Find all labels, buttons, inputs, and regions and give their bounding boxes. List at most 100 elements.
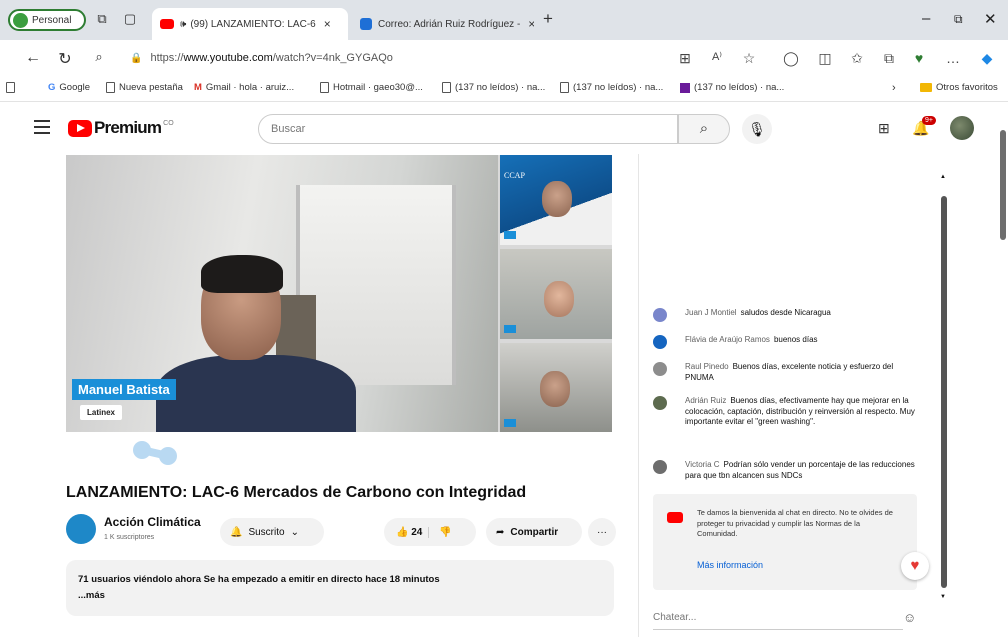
- workspaces-icon[interactable]: ⧉: [94, 11, 110, 27]
- chat-avatar: [653, 460, 667, 474]
- bookmarks-page-icon: [6, 82, 19, 93]
- youtube-logo[interactable]: Premium CO: [68, 118, 174, 138]
- back-arrow-icon[interactable]: ←: [24, 49, 42, 67]
- profile-button[interactable]: Personal: [8, 9, 86, 31]
- audio-icon: 🕪: [180, 18, 187, 30]
- chat-author: Juan J Montiel: [685, 308, 737, 317]
- favorite-star-icon[interactable]: ☆: [740, 50, 758, 67]
- more-actions-button[interactable]: ···: [588, 518, 616, 546]
- notification-count-badge: 9+: [922, 116, 936, 125]
- chat-text: saludos desde Nicaragua: [740, 308, 831, 317]
- participant-face: [544, 281, 574, 317]
- tab-mail-label: Correo: Adrián Ruiz Rodríguez -: [378, 18, 521, 30]
- description-box[interactable]: 71 usuarios viéndolo ahora Se ha empezad…: [66, 560, 614, 616]
- speaker-hair: [201, 255, 283, 293]
- maximize-icon[interactable]: ⧉: [954, 12, 963, 27]
- menu-icon[interactable]: [34, 120, 50, 138]
- outlook-favicon-icon: [360, 18, 372, 30]
- speaker-body: [156, 355, 356, 432]
- heart-reaction-icon[interactable]: ♥: [901, 552, 929, 580]
- bookmark-unread-1[interactable]: (137 no leídos) · na...: [442, 82, 545, 93]
- settings-menu-icon[interactable]: …: [944, 50, 962, 66]
- bookmark-new-tab[interactable]: Nueva pestaña: [106, 82, 183, 93]
- bookmark-label: (137 no leídos) · na...: [573, 82, 664, 93]
- favorites-icon[interactable]: ✩: [848, 50, 866, 67]
- subscribe-button[interactable]: 🔔 Suscrito ⌄: [220, 518, 324, 546]
- bookmark-label: Hotmail · gaeo30@...: [333, 82, 423, 93]
- scroll-up-icon[interactable]: ▲: [940, 174, 946, 180]
- channel-avatar[interactable]: [66, 514, 96, 544]
- like-button[interactable]: 👍 24: [384, 527, 428, 538]
- decorative-blob: [133, 441, 177, 465]
- thumbs-down-icon: 👎: [439, 526, 452, 538]
- search-input[interactable]: Buscar: [258, 114, 678, 144]
- bookmark-unread-3[interactable]: (137 no leídos) · na...: [680, 82, 784, 93]
- participant-face: [542, 181, 572, 217]
- voice-search-icon[interactable]: 🎙: [742, 114, 772, 144]
- description-more-link[interactable]: ...más: [78, 588, 602, 604]
- minimize-icon[interactable]: –: [922, 10, 930, 27]
- purple-page-icon: [680, 82, 690, 93]
- chat-avatar: [653, 335, 667, 349]
- reload-icon[interactable]: ↻: [56, 49, 74, 69]
- bookmark-unread-2[interactable]: (137 no leídos) · na...: [560, 82, 663, 93]
- bookmarks-overflow-icon[interactable]: ›: [892, 82, 896, 94]
- participant-label: [504, 231, 516, 239]
- close-window-icon[interactable]: ✕: [984, 10, 997, 28]
- other-favorites-label: Otros favoritos: [936, 82, 998, 93]
- tab-youtube[interactable]: 🕪 (99) LANZAMIENTO: LAC-6 ×: [152, 8, 348, 40]
- search-button[interactable]: ⌕: [678, 114, 730, 144]
- tab-youtube-label: (99) LANZAMIENTO: LAC-6: [190, 18, 316, 30]
- tab-actions-icon[interactable]: ▢: [122, 11, 138, 27]
- tab-mail[interactable]: Correo: Adrián Ruiz Rodríguez - ×: [352, 8, 534, 40]
- video-player[interactable]: Manuel Batista Latinex CCAP: [66, 155, 612, 432]
- dislike-button[interactable]: 👎: [428, 526, 452, 538]
- like-dislike-group: 👍 24 👎: [384, 518, 476, 546]
- page-icon: [106, 82, 115, 93]
- create-icon[interactable]: ⊞: [878, 120, 890, 137]
- extension-icon[interactable]: ◯: [782, 50, 800, 67]
- like-count: 24: [411, 526, 423, 538]
- youtube-header: Premium CO Buscar ⌕ 🎙 ⊞ 🔔 9+: [0, 102, 1008, 154]
- url-field[interactable]: 🔒 https:// www.youtube.com /watch?v=4nk_…: [130, 46, 670, 70]
- chat-message: Victoria C Podrían sólo vender un porcent…: [653, 460, 915, 481]
- bookmark-label: Gmail · hola · aruiz...: [205, 82, 295, 93]
- chat-avatar: [653, 396, 667, 410]
- collections-icon[interactable]: ⧉: [880, 50, 898, 67]
- participant-feed-1: CCAP: [500, 155, 612, 245]
- channel-name[interactable]: Acción Climática: [104, 515, 201, 529]
- chat-scrollbar[interactable]: ▲ ▼: [940, 174, 947, 600]
- chat-message: Flávia de Araújo Ramos buenos días: [653, 335, 915, 349]
- url-domain: www.youtube.com: [183, 52, 273, 64]
- bookmark-gmail[interactable]: M Gmail · hola · aruiz...: [194, 82, 294, 93]
- main-speaker-feed: Manuel Batista Latinex: [66, 155, 498, 432]
- chat-avatar: [653, 308, 667, 322]
- chat-input[interactable]: Chatear...: [653, 608, 903, 630]
- browser-essentials-icon[interactable]: ♥: [910, 50, 928, 66]
- page-scrollbar[interactable]: [1000, 130, 1006, 240]
- scroll-down-icon[interactable]: ▼: [940, 594, 946, 600]
- other-favorites[interactable]: Otros favoritos: [920, 82, 998, 93]
- profile-label: Personal: [32, 14, 72, 26]
- channel-subscribers: 1 K suscriptores: [104, 534, 155, 541]
- new-tab-button[interactable]: +: [540, 10, 556, 27]
- split-screen-icon[interactable]: ◫: [816, 50, 834, 67]
- share-button[interactable]: ➦ Compartir: [486, 518, 582, 546]
- chat-scroll-thumb[interactable]: [941, 196, 947, 588]
- bookmark-google[interactable]: G Google: [48, 82, 90, 93]
- copilot-icon[interactable]: ◆: [978, 50, 996, 67]
- search-icon[interactable]: ⌕: [90, 49, 108, 65]
- app-available-icon[interactable]: ⊞: [676, 50, 694, 67]
- read-aloud-icon[interactable]: A⁾: [708, 50, 726, 63]
- speaker-name-tag: Manuel Batista: [72, 379, 176, 400]
- close-tab-icon[interactable]: ×: [528, 17, 534, 31]
- chat-author: Flávia de Araújo Ramos: [685, 335, 770, 344]
- gmail-icon: M: [194, 82, 202, 93]
- url-prefix: https://: [150, 52, 184, 64]
- emoji-icon[interactable]: ☺: [903, 610, 916, 625]
- close-tab-icon[interactable]: ×: [324, 17, 331, 31]
- participant-label: [504, 419, 516, 427]
- bookmark-hotmail[interactable]: Hotmail · gaeo30@...: [320, 82, 423, 93]
- account-avatar[interactable]: [950, 116, 974, 140]
- more-info-link[interactable]: Más información: [697, 560, 763, 570]
